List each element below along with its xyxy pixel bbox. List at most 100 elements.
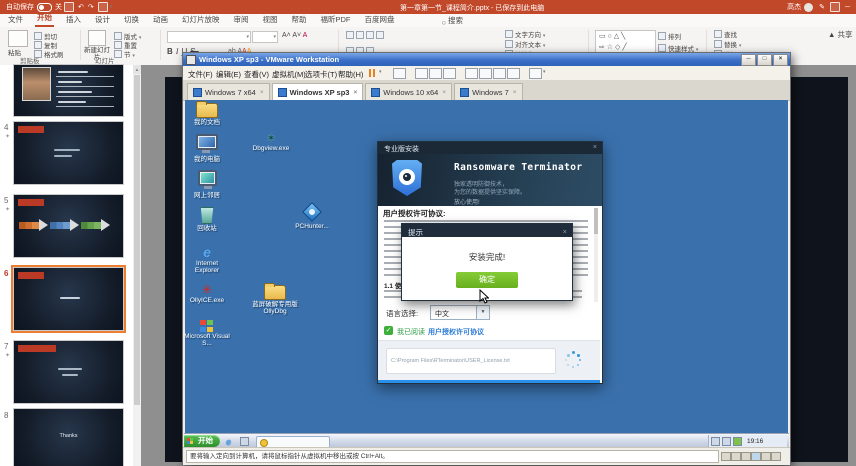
align-text-button[interactable]: 对齐文本 ▾	[505, 39, 545, 49]
tab-file[interactable]: 文件	[6, 13, 25, 27]
paste-icon[interactable]	[8, 30, 28, 47]
vm-tab-win10x64[interactable]: Windows 10 x64×	[365, 83, 452, 100]
tab-view[interactable]: 视图	[261, 13, 280, 27]
search-label[interactable]: 搜索	[448, 15, 463, 27]
avatar[interactable]	[804, 3, 813, 12]
scrollbar-thumb[interactable]	[134, 75, 140, 405]
save-icon[interactable]	[64, 2, 74, 12]
vm-tab-winxp-sp3-active[interactable]: Windows XP sp3×	[272, 83, 364, 100]
tray-display-icon[interactable]	[722, 437, 731, 446]
close-tab-icon[interactable]: ×	[442, 89, 446, 96]
font-size-select[interactable]: ▾	[252, 31, 278, 43]
desktop-icon-ollyice[interactable]: ✳OllyICE.exe	[185, 283, 230, 304]
redo-icon[interactable]: ↷	[88, 3, 94, 11]
edit-pencil-icon[interactable]: ✎	[819, 3, 825, 11]
tray-network-icon[interactable]	[733, 437, 742, 446]
device-usb-icon[interactable]	[761, 452, 771, 461]
new-slide-icon[interactable]	[88, 30, 106, 46]
device-network-icon[interactable]	[751, 452, 761, 461]
tab-design[interactable]: 设计	[93, 13, 112, 27]
vmware-close-button[interactable]: ×	[773, 54, 788, 66]
text-direction-button[interactable]: 文字方向 ▾	[505, 29, 545, 39]
license-scrollbar[interactable]	[594, 208, 598, 302]
snapshot-take-icon[interactable]	[415, 68, 428, 79]
vm-menu-edit[interactable]: 编辑(E)	[216, 69, 241, 80]
prompt-close-icon[interactable]: ×	[563, 227, 567, 236]
language-select[interactable]: 中文 ▼	[430, 305, 490, 320]
search-icon[interactable]: ○	[442, 18, 447, 27]
device-cdrom-icon[interactable]	[731, 452, 741, 461]
vmware-maximize-button[interactable]: □	[757, 54, 772, 66]
pause-vm-icon[interactable]	[373, 69, 375, 77]
agree-checkbox[interactable]: ✓	[384, 326, 393, 335]
font-grow-shrink[interactable]: A˄ A˅ A	[282, 32, 307, 39]
share-button[interactable]: ▲ 共享	[828, 29, 853, 40]
vm-menu-tabs[interactable]: 选项卡(T)	[305, 69, 337, 80]
slide-thumbnail-6-selected[interactable]	[14, 268, 123, 330]
unity-mode-icon[interactable]	[507, 68, 520, 79]
fullscreen-caret-icon[interactable]: ▾	[543, 69, 546, 75]
show-desktop-icon[interactable]	[240, 437, 249, 446]
tab-home[interactable]: 开始	[35, 11, 54, 27]
tab-foxit-pdf[interactable]: 福昕PDF	[319, 13, 353, 27]
thumbnail-scrollbar[interactable]: ▲	[133, 65, 141, 466]
slide-thumbnail-7[interactable]	[14, 341, 123, 403]
console-view-icon[interactable]	[493, 68, 506, 79]
pause-vm-icon[interactable]	[369, 69, 371, 77]
device-sound-icon[interactable]	[771, 452, 781, 461]
slideshow-icon[interactable]	[98, 2, 108, 12]
slide-thumbnail-4[interactable]	[14, 122, 123, 184]
vm-tab-win7[interactable]: Windows 7×	[454, 83, 522, 100]
replace-button[interactable]: 替换 ▾	[714, 39, 741, 49]
tab-insert[interactable]: 插入	[64, 13, 83, 27]
desktop-icon-network[interactable]: 网上邻居	[185, 169, 230, 199]
tab-review[interactable]: 审阅	[232, 13, 251, 27]
tab-slideshow[interactable]: 幻灯片放映	[180, 13, 222, 27]
vmware-titlebar[interactable]: Windows XP sp3 - VMware Workstation ─ □ …	[183, 53, 790, 66]
desktop-icon-pchunter[interactable]: PCHunter...	[289, 204, 335, 230]
vm-menu-vm[interactable]: 虚拟机(M)	[272, 69, 306, 80]
desktop-icon-dbgview[interactable]: ✶Dbgview.exe	[248, 132, 294, 152]
prompt-titlebar[interactable]: 提示 ×	[402, 224, 572, 237]
license-link[interactable]: 用户授权许可协议	[428, 327, 484, 337]
vm-menu-help[interactable]: 帮助(H)	[338, 69, 363, 80]
desktop-icon-my-documents[interactable]: 我的文档	[185, 101, 230, 126]
device-harddisk-icon[interactable]	[721, 452, 731, 461]
show-library-icon[interactable]	[465, 68, 478, 79]
section-button[interactable]: 节 ▾	[114, 49, 135, 59]
user-name[interactable]: 高杰	[787, 2, 801, 12]
vm-menu-file[interactable]: 文件(F)	[188, 69, 213, 80]
show-thumbnails-icon[interactable]	[479, 68, 492, 79]
desktop-icon-ollydbg-folder[interactable]: 蓝屏破解专用版OllyDbg	[252, 283, 298, 316]
scroll-up-icon[interactable]: ▲	[133, 65, 141, 74]
vmware-minimize-button[interactable]: ─	[741, 54, 756, 66]
start-button[interactable]: 开始	[184, 435, 220, 447]
minimize-icon[interactable]: ─	[845, 4, 850, 11]
install-path-field[interactable]: C:\Program Files\RTerminator\USER_Licens…	[386, 348, 556, 374]
slide-thumbnail-3[interactable]	[14, 65, 123, 116]
font-name-select[interactable]: ▾	[167, 31, 251, 43]
desktop-icon-my-computer[interactable]: 我的电脑	[185, 133, 230, 163]
installer-close-icon[interactable]: ×	[593, 144, 597, 151]
power-caret-icon[interactable]: ▾	[379, 69, 382, 75]
fullscreen-icon[interactable]	[529, 68, 542, 79]
close-tab-icon[interactable]: ×	[260, 89, 264, 96]
snapshot-manager-icon[interactable]	[443, 68, 456, 79]
tab-transitions[interactable]: 切换	[122, 13, 141, 27]
list-buttons[interactable]	[346, 31, 386, 40]
ribbon-options-icon[interactable]	[830, 2, 840, 12]
desktop-icon-recycle-bin[interactable]: 回收站	[185, 207, 230, 232]
slide-thumbnail-5[interactable]	[14, 195, 123, 257]
send-ctrl-alt-del-icon[interactable]	[393, 68, 406, 79]
tab-addin[interactable]: 百度网盘	[363, 13, 397, 27]
tab-help[interactable]: 帮助	[290, 13, 309, 27]
dropdown-caret-icon[interactable]: ▼	[476, 306, 489, 319]
tray-printer-icon[interactable]	[711, 437, 720, 446]
slide-thumbnail-8[interactable]: Thanks	[14, 409, 123, 466]
qat-caret-icon[interactable]: ▾	[110, 4, 113, 10]
vm-menu-view[interactable]: 查看(V)	[244, 69, 269, 80]
ok-button[interactable]: 确定	[456, 272, 518, 288]
tab-animations[interactable]: 动画	[151, 13, 170, 27]
find-button[interactable]: 查找	[714, 29, 737, 39]
vm-tab-win7x64[interactable]: Windows 7 x64×	[187, 83, 270, 100]
